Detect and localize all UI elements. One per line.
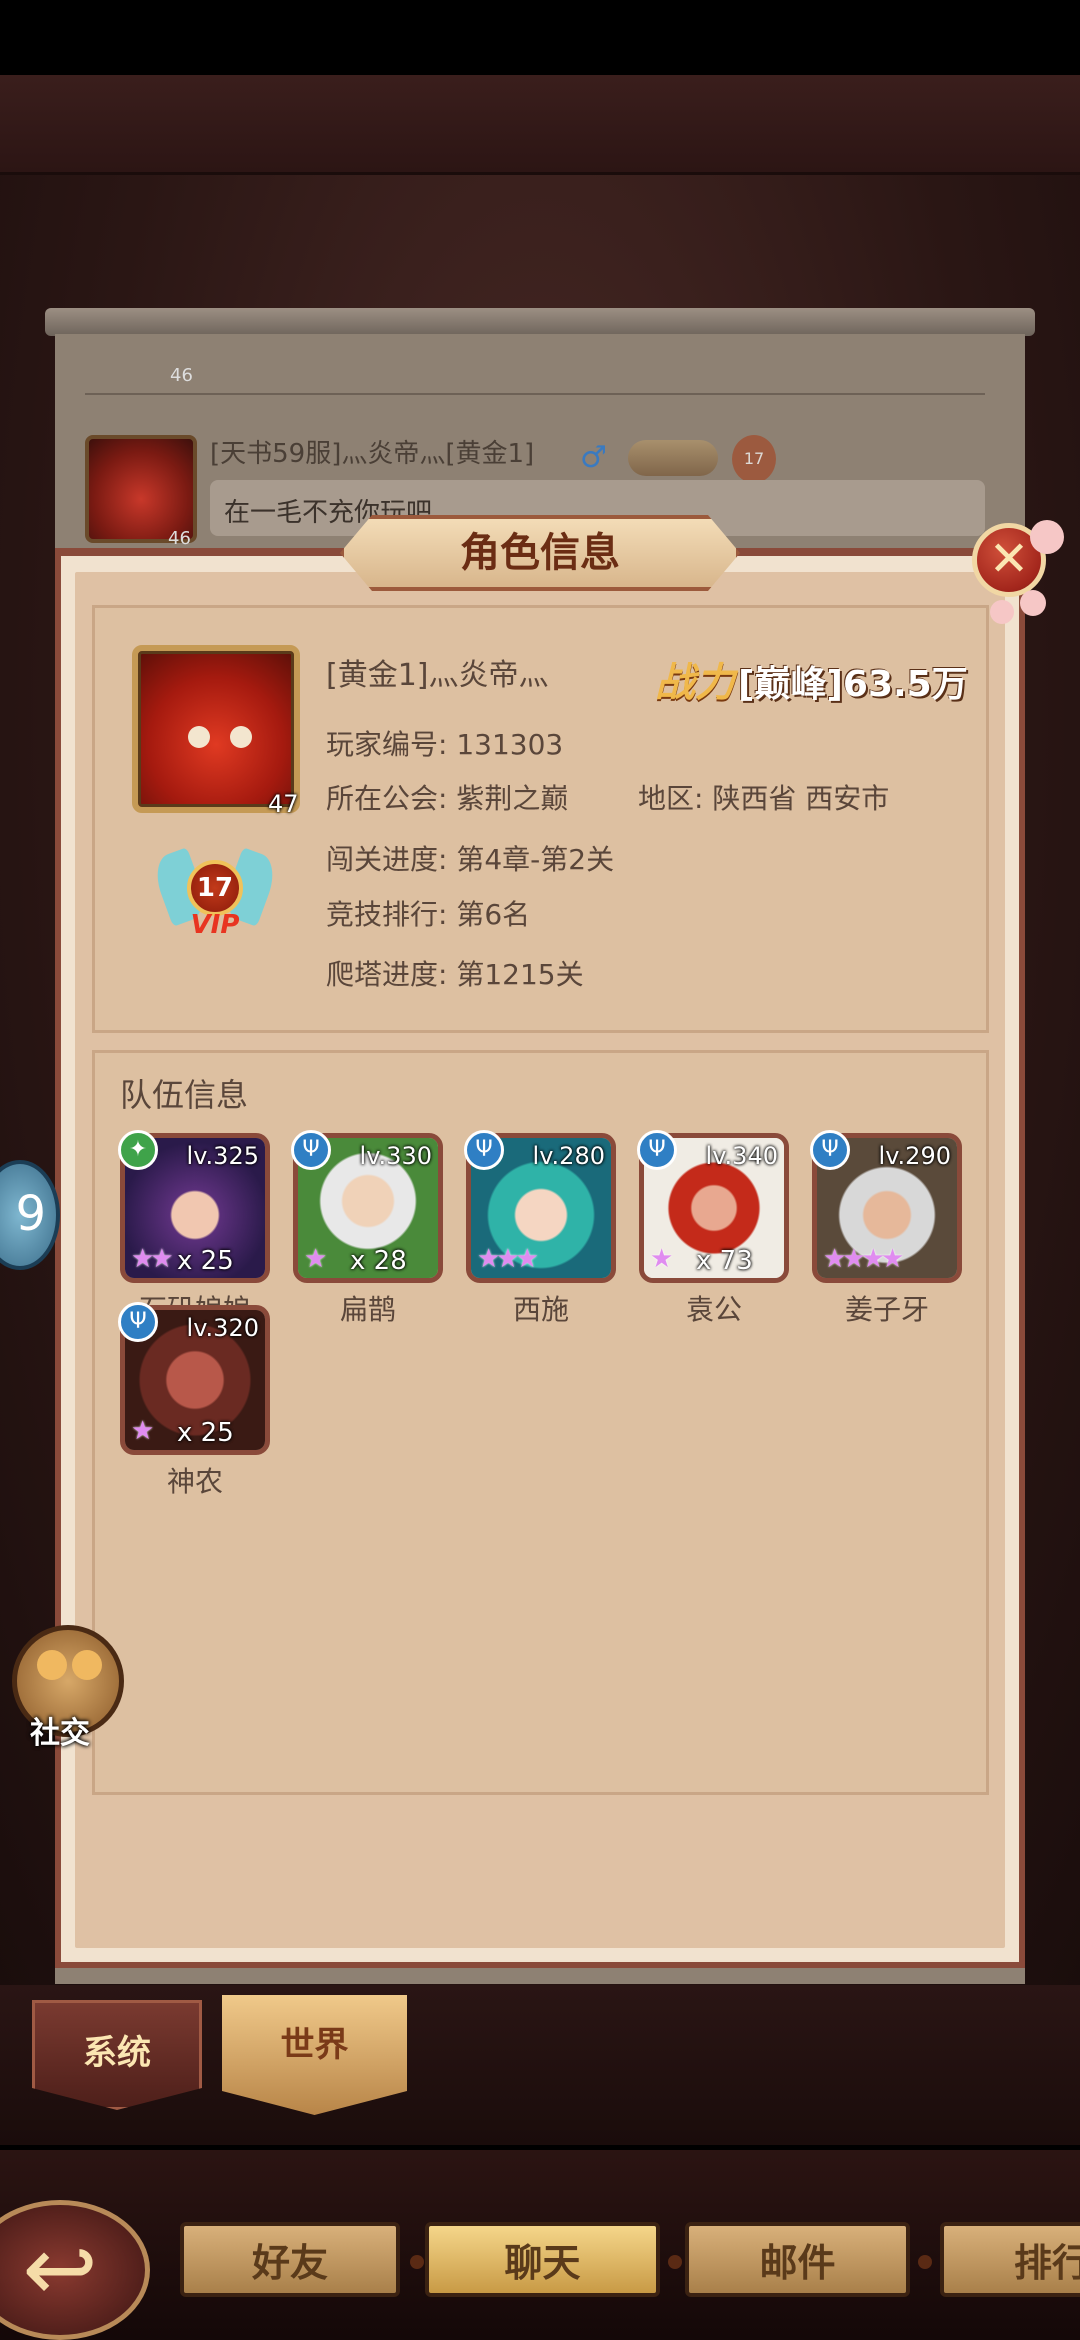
player-name: [黄金1]灬炎帝灬 bbox=[326, 658, 549, 693]
trident-type-icon: Ψ bbox=[291, 1130, 331, 1170]
nav-separator-dot bbox=[918, 2255, 932, 2269]
hero-level: lv.320 bbox=[186, 1314, 259, 1342]
nav-rank-button[interactable]: 排行 bbox=[940, 2222, 1080, 2297]
hero-level: lv.325 bbox=[186, 1142, 259, 1170]
nav-separator-dot bbox=[410, 2255, 424, 2269]
trident-type-icon: Ψ bbox=[118, 1302, 158, 1342]
hero-name: 西施 bbox=[512, 1293, 569, 1326]
nav-friends-button[interactable]: 好友 bbox=[180, 2222, 400, 2297]
team-title: 队伍信息 bbox=[120, 1076, 249, 1114]
hero-count: x 25 bbox=[177, 1418, 234, 1448]
region-info: 地区: 陕西省 西安市 bbox=[638, 782, 890, 815]
chat-avatar[interactable] bbox=[85, 435, 197, 543]
vip-level: 17 bbox=[187, 860, 243, 916]
social-label: 社交 bbox=[30, 1716, 90, 1751]
hero-stars: ★ bbox=[304, 1244, 327, 1274]
hero-stars: ★ bbox=[131, 1416, 154, 1446]
chat-row-previous: 46 bbox=[85, 355, 985, 395]
people-icon bbox=[37, 1650, 67, 1680]
scroll-roller bbox=[45, 308, 1035, 336]
header-strip bbox=[0, 75, 1080, 175]
trident-type-icon: Ψ bbox=[637, 1130, 677, 1170]
hero-name: 扁鹊 bbox=[339, 1293, 396, 1326]
hero-stars: ★★★ bbox=[477, 1244, 539, 1274]
stage-progress: 闯关进度: 第4章-第2关 bbox=[326, 843, 615, 876]
power-value: [巅峰]63.5万 bbox=[738, 664, 968, 705]
vip-badge: 17 VIP bbox=[149, 840, 281, 950]
hero-level: lv.340 bbox=[705, 1142, 778, 1170]
chat-vip-level: 17 bbox=[743, 449, 765, 468]
hero-name: 姜子牙 bbox=[844, 1293, 929, 1326]
power-label: 战力 bbox=[655, 660, 735, 706]
status-bar bbox=[0, 0, 1080, 75]
flower-decoration-icon bbox=[1030, 520, 1064, 554]
player-id: 玩家编号: 131303 bbox=[326, 728, 564, 761]
hero-stars: ★★ bbox=[131, 1244, 174, 1274]
chat-sender-name[interactable]: [天书59服]灬炎帝灬[黄金1] bbox=[210, 433, 534, 470]
chat-avatar-level: 46 bbox=[168, 528, 191, 549]
hero-level: lv.290 bbox=[878, 1142, 951, 1170]
tower-progress: 爬塔进度: 第1215关 bbox=[326, 958, 584, 991]
hero-name: 袁公 bbox=[685, 1293, 742, 1326]
nav-separator-dot bbox=[668, 2255, 682, 2269]
tab-system[interactable]: 系统 bbox=[32, 2000, 202, 2110]
hero-stars: ★ bbox=[650, 1244, 673, 1274]
arena-rank: 竞技排行: 第6名 bbox=[326, 898, 531, 931]
tab-world[interactable]: 世界 bbox=[222, 1995, 407, 2115]
player-avatar bbox=[132, 645, 300, 813]
hero-count: x 28 bbox=[350, 1246, 407, 1276]
trident-type-icon: Ψ bbox=[464, 1130, 504, 1170]
avatar-eye bbox=[188, 726, 210, 748]
trident-type-icon: Ψ bbox=[810, 1130, 850, 1170]
avatar-eye bbox=[230, 726, 252, 748]
rank-badge-icon bbox=[628, 440, 718, 476]
vip-label: VIP bbox=[190, 910, 240, 940]
hero-level: lv.280 bbox=[532, 1142, 605, 1170]
male-icon: ♂ bbox=[580, 440, 607, 475]
hero-name: 神农 bbox=[166, 1465, 223, 1498]
nav-mail-button[interactable]: 邮件 bbox=[685, 2222, 910, 2297]
hero-level: lv.330 bbox=[359, 1142, 432, 1170]
nav-chat-button[interactable]: 聊天 bbox=[425, 2222, 660, 2297]
hero-count: x 73 bbox=[696, 1246, 753, 1276]
dialog-title: 角色信息 bbox=[460, 530, 620, 576]
flower-decoration-icon bbox=[990, 600, 1014, 624]
chat-level-label: 46 bbox=[170, 365, 193, 386]
hero-stars: ★★★★ bbox=[823, 1244, 904, 1274]
people-icon bbox=[72, 1650, 102, 1680]
guild-info: 所在公会: 紫荆之巅 bbox=[326, 782, 569, 815]
avatar-level: 47 bbox=[268, 790, 299, 818]
hero-count: x 25 bbox=[177, 1246, 234, 1276]
flower-decoration-icon bbox=[1020, 590, 1046, 616]
vip-badge-icon: 17 bbox=[732, 435, 776, 483]
wolf-type-icon: ✦ bbox=[118, 1130, 158, 1170]
